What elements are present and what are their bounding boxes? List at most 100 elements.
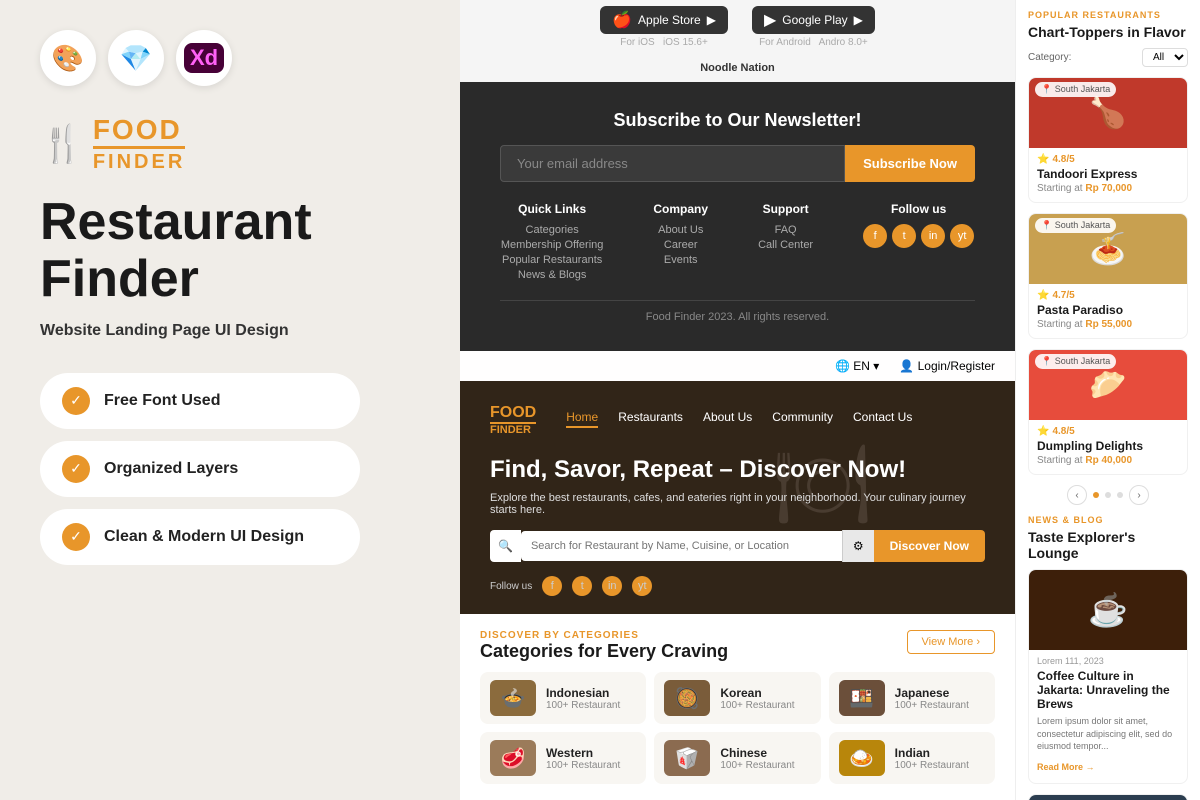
sketch-tool-icon: 💎	[108, 30, 164, 86]
feature-organized-layers: ✓ Organized Layers	[40, 441, 360, 497]
dot-3	[1117, 492, 1123, 498]
pasta-image: 🍝 📍 South Jakarta	[1029, 214, 1187, 284]
footer-copyright: Food Finder 2023. All rights reserved.	[500, 300, 975, 323]
nav-restaurants[interactable]: Restaurants	[618, 410, 683, 428]
footer-link-about[interactable]: About Us	[653, 224, 708, 236]
dot-2	[1105, 492, 1111, 498]
food-emoji-1: 🍗	[1089, 96, 1126, 131]
footer-link-popular[interactable]: Popular Restaurants	[501, 254, 604, 266]
location-badge-2: 📍 South Jakarta	[1035, 218, 1116, 233]
view-more-button[interactable]: View More ›	[907, 630, 995, 654]
footer-link-membership[interactable]: Membership Offering	[501, 239, 604, 251]
app-store-bar: 🍎 Apple Store ▶ For iOS iOS 15.6+ ▶ Goog…	[460, 0, 1015, 62]
nav-contact[interactable]: Contact Us	[853, 410, 912, 428]
footer-quick-links: Quick Links Categories Membership Offeri…	[501, 202, 604, 284]
hero-fb-icon[interactable]: f	[542, 576, 562, 596]
blog-excerpt-1: Lorem ipsum dolor sit amet, consectetur …	[1037, 715, 1179, 753]
facebook-icon[interactable]: f	[863, 224, 887, 248]
feature-text-3: Clean & Modern UI Design	[104, 528, 304, 546]
twitter-icon[interactable]: t	[892, 224, 916, 248]
blog-coffee-body: Lorem 111, 2023 Coffee Culture in Jakart…	[1029, 650, 1187, 783]
google-play-button[interactable]: ▶ Google Play ▶	[752, 6, 875, 34]
restaurant-card-pasta[interactable]: 🍝 📍 South Jakarta ⭐ 4.7/5 Pasta Paradiso…	[1028, 213, 1188, 339]
footer-link-faq[interactable]: FAQ	[758, 224, 813, 236]
hero-subtext: Explore the best restaurants, cafes, and…	[490, 492, 985, 516]
footer-link-events[interactable]: Events	[653, 254, 708, 266]
discover-now-button[interactable]: Discover Now	[874, 530, 985, 562]
newsletter-email-input[interactable]	[500, 145, 845, 182]
category-western[interactable]: 🥩 Western100+ Restaurant	[480, 732, 646, 784]
newsletter-form[interactable]: Subscribe Now	[500, 145, 975, 182]
nav-home[interactable]: Home	[566, 410, 598, 428]
hero-tw-icon[interactable]: t	[572, 576, 592, 596]
dumpling-name: Dumpling Delights	[1037, 439, 1179, 453]
noodle-nation-label: Noodle Nation	[460, 62, 1015, 82]
nav-login-button[interactable]: 👤 Login/Register	[899, 359, 995, 373]
indian-name: Indian	[895, 746, 969, 760]
landing-section: 🌐 EN ▾ 👤 Login/Register FOOD FINDER Home…	[460, 351, 1015, 614]
logo-fork-icon: 🍴	[40, 123, 85, 165]
tandoori-image: 🍗 📍 South Jakarta	[1029, 78, 1187, 148]
nav-about[interactable]: About Us	[703, 410, 752, 428]
filter-icon[interactable]: ⚙	[842, 530, 874, 562]
apple-icon: 🍎	[612, 10, 632, 30]
hero-in-icon[interactable]: in	[602, 576, 622, 596]
logo-finder-text: FINDER	[93, 146, 185, 174]
tandoori-body: ⭐ 4.8/5 Tandoori Express Starting at Rp …	[1029, 148, 1187, 202]
blog-card-2[interactable]: 🍴	[1028, 794, 1188, 800]
restaurant-card-tandoori[interactable]: 🍗 📍 South Jakarta ⭐ 4.8/5 Tandoori Expre…	[1028, 77, 1188, 203]
hero-search-input[interactable]	[521, 531, 842, 561]
footer-col-heading-1: Quick Links	[501, 202, 604, 216]
category-indian[interactable]: 🍛 Indian100+ Restaurant	[829, 732, 995, 784]
xd-label: Xd	[184, 43, 224, 73]
footer-link-categories[interactable]: Categories	[501, 224, 604, 236]
check-icon-1: ✓	[62, 387, 90, 415]
subscribe-button[interactable]: Subscribe Now	[845, 145, 975, 182]
categories-grid: 🍲 Indonesian100+ Restaurant 🥘 Korean100+…	[480, 672, 995, 784]
indian-count: 100+ Restaurant	[895, 760, 969, 771]
popular-restaurants-title: Chart-Toppers in Flavor	[1028, 24, 1188, 40]
category-filter-select[interactable]: All	[1142, 48, 1188, 67]
category-korean[interactable]: 🥘 Korean100+ Restaurant	[654, 672, 820, 724]
nav-community[interactable]: Community	[772, 410, 833, 428]
pasta-rating-row: ⭐ 4.7/5	[1037, 290, 1179, 301]
blog-card-coffee[interactable]: ☕ Lorem 111, 2023 Coffee Culture in Jaka…	[1028, 569, 1188, 784]
footer-link-career[interactable]: Career	[653, 239, 708, 251]
footer-company: Company About Us Career Events	[653, 202, 708, 284]
categories-title: Categories for Every Craving	[480, 641, 728, 662]
hero-search-bar[interactable]: 🔍 ⚙ Discover Now	[490, 530, 985, 562]
hero-yt-icon[interactable]: yt	[632, 576, 652, 596]
page-subtitle: Website Landing Page UI Design	[40, 320, 420, 342]
tandoori-rating-row: ⭐ 4.8/5	[1037, 154, 1179, 165]
instagram-icon[interactable]: in	[921, 224, 945, 248]
restaurant-card-dumpling[interactable]: 🥟 📍 South Jakarta ⭐ 4.8/5 Dumpling Delig…	[1028, 349, 1188, 475]
chinese-count: 100+ Restaurant	[720, 760, 794, 771]
food-emoji-3: 🥟	[1089, 368, 1126, 403]
category-japanese[interactable]: 🍱 Japanese100+ Restaurant	[829, 672, 995, 724]
xd-tool-icon: Xd	[176, 30, 232, 86]
footer-link-news[interactable]: News & Blogs	[501, 269, 604, 281]
tandoori-name: Tandoori Express	[1037, 167, 1179, 181]
feature-list: ✓ Free Font Used ✓ Organized Layers ✓ Cl…	[40, 373, 420, 565]
western-image: 🥩	[490, 740, 536, 776]
category-indonesian[interactable]: 🍲 Indonesian100+ Restaurant	[480, 672, 646, 724]
hero-nav-links: Home Restaurants About Us Community Cont…	[566, 410, 912, 428]
nav-language-selector[interactable]: 🌐 EN ▾	[835, 359, 879, 373]
category-chinese[interactable]: 🥡 Chinese100+ Restaurant	[654, 732, 820, 784]
youtube-icon[interactable]: yt	[950, 224, 974, 248]
apple-store-button[interactable]: 🍎 Apple Store ▶	[600, 6, 728, 34]
categories-label: DISCOVER BY CATEGORIES	[480, 630, 728, 641]
tandoori-rating: ⭐ 4.8/5	[1037, 154, 1075, 165]
hero-follow-row: Follow us f t in yt	[490, 576, 985, 596]
dumpling-rating-row: ⭐ 4.8/5	[1037, 426, 1179, 437]
next-arrow[interactable]: ›	[1129, 485, 1149, 505]
search-icon: 🔍	[490, 530, 521, 562]
blog-label: NEWS & BLOG	[1028, 515, 1188, 525]
footer-link-callcenter[interactable]: Call Center	[758, 239, 813, 251]
feature-text-2: Organized Layers	[104, 460, 238, 478]
prev-arrow[interactable]: ‹	[1067, 485, 1087, 505]
dumpling-body: ⭐ 4.8/5 Dumpling Delights Starting at Rp…	[1029, 420, 1187, 474]
read-more-link-1[interactable]: Read More →	[1037, 762, 1095, 772]
google-play-label: Google Play	[782, 13, 847, 27]
android-info: For Android Andro 8.0+	[752, 37, 875, 48]
